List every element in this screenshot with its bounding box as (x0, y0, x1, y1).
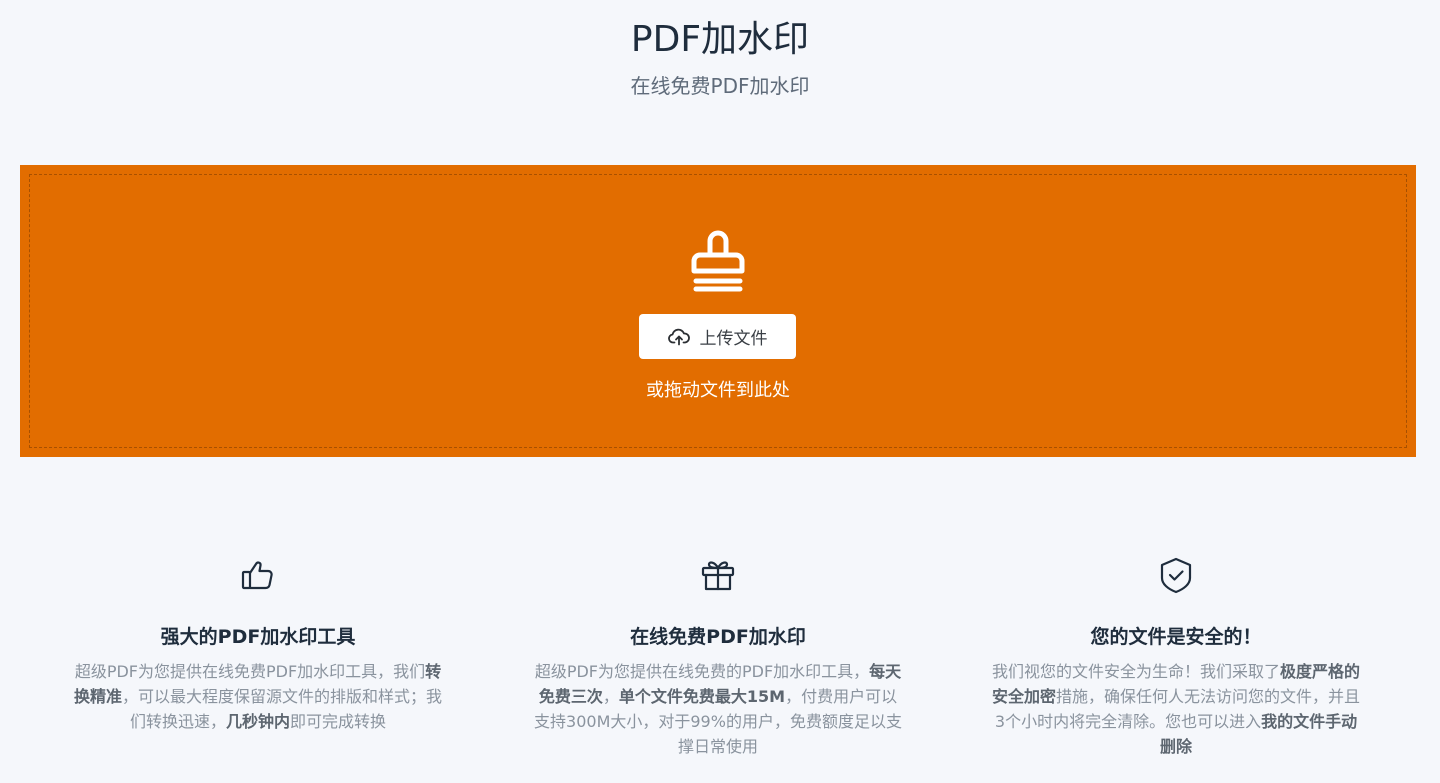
thumbs-up-icon (241, 561, 273, 590)
feature-title: 强大的PDF加水印工具 (160, 626, 356, 648)
upload-file-button-label: 上传文件 (699, 329, 768, 349)
upload-file-button[interactable]: 上传文件 (639, 314, 796, 359)
stamp-icon (691, 230, 745, 292)
page-subtitle: 在线免费PDF加水印 (630, 74, 810, 98)
upload-drop-zone-border (29, 174, 1407, 448)
shield-check-icon (1160, 557, 1192, 594)
feature-description: 超级PDF为您提供在线免费PDF加水印工具，我们转换精准，可以最大程度保留源文件… (73, 662, 443, 731)
feature-card: 您的文件是安全的！ 我们视您的文件安全为生命！我们采取了极度严格的安全加密措施，… (986, 555, 1366, 759)
feature-card: 强大的PDF加水印工具 超级PDF为您提供在线免费PDF加水印工具，我们转换精准… (68, 555, 448, 734)
gift-icon (701, 561, 735, 591)
feature-title: 您的文件是安全的！ (1090, 626, 1262, 648)
feature-description: 我们视您的文件安全为生命！我们采取了极度严格的安全加密措施，确保任何人无法访问您… (991, 662, 1361, 756)
upload-drop-zone[interactable]: 上传文件 或拖动文件到此处 (20, 165, 1416, 457)
page-title: PDF加水印 (630, 19, 810, 60)
feature-title: 在线免费PDF加水印 (630, 626, 806, 648)
feature-card: 在线免费PDF加水印 超级PDF为您提供在线免费的PDF加水印工具，每天免费三次… (528, 555, 908, 759)
drag-hint-text: 或拖动文件到此处 (646, 380, 790, 401)
cloud-upload-icon (667, 328, 690, 345)
feature-description: 超级PDF为您提供在线免费的PDF加水印工具，每天免费三次，单个文件免费最大15… (534, 662, 902, 756)
